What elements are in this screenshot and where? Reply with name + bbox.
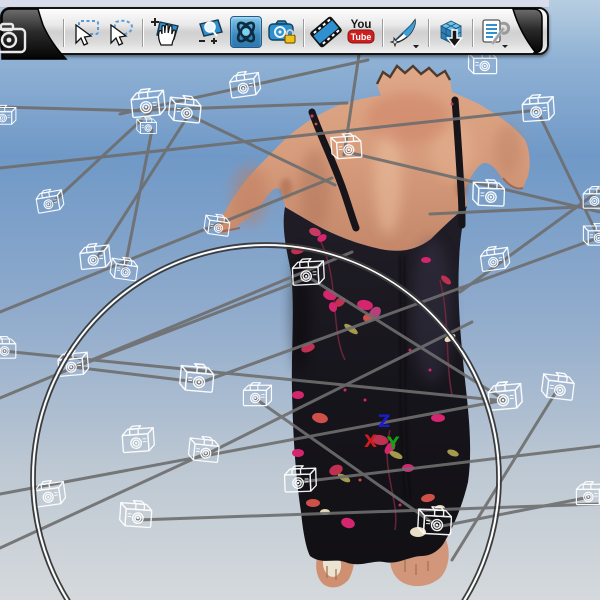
toolbar-separator — [472, 19, 473, 47]
axis-y-label: Y — [386, 434, 400, 454]
zoom-magnifier-icon — [199, 19, 223, 44]
app-camera-logo-icon — [0, 8, 68, 60]
scene-canvas: Z X Y — [0, 0, 600, 600]
orbit-icon — [236, 21, 256, 43]
document-settings-button[interactable] — [479, 16, 511, 48]
feather-edit-button[interactable] — [389, 16, 421, 48]
toolbar-separator — [428, 19, 429, 47]
youtube-tube-label: Tube — [351, 32, 372, 42]
pan-hand-icon — [151, 18, 179, 46]
3d-viewport[interactable]: Z X Y — [0, 0, 600, 600]
mesh-export-cube-icon — [440, 20, 463, 48]
youtube-you-label: You — [351, 19, 372, 31]
axis-z-label: Z — [378, 412, 390, 432]
orbit-button[interactable] — [230, 16, 262, 48]
toolbar-right-cap — [511, 8, 543, 54]
application-window: Z X Y You Tube — [0, 0, 600, 600]
toolbar-separator — [303, 19, 304, 47]
toolbar-separator — [63, 19, 64, 47]
select-lasso-icon — [110, 19, 134, 46]
select-lasso-button[interactable] — [104, 16, 136, 48]
create-video-button[interactable] — [309, 16, 342, 48]
camera-lock-icon — [268, 20, 296, 44]
zoom-button[interactable] — [192, 16, 224, 48]
camera-lock-button[interactable] — [266, 16, 298, 48]
mesh-export-button[interactable] — [435, 16, 467, 48]
youtube-share-icon: You Tube — [347, 19, 375, 44]
feather-edit-icon — [389, 18, 419, 48]
pan-button[interactable] — [148, 16, 180, 48]
toolbar-separator — [382, 19, 383, 47]
axis-x-label: X — [364, 432, 377, 452]
youtube-share-button[interactable]: You Tube — [345, 16, 377, 48]
toolbar-separator — [142, 19, 143, 47]
document-wrench-icon — [482, 19, 511, 48]
select-rectangle-button[interactable] — [70, 16, 102, 48]
create-video-film-icon — [310, 16, 342, 48]
select-rectangle-icon — [75, 20, 99, 46]
main-toolbar: You Tube — [0, 7, 549, 60]
